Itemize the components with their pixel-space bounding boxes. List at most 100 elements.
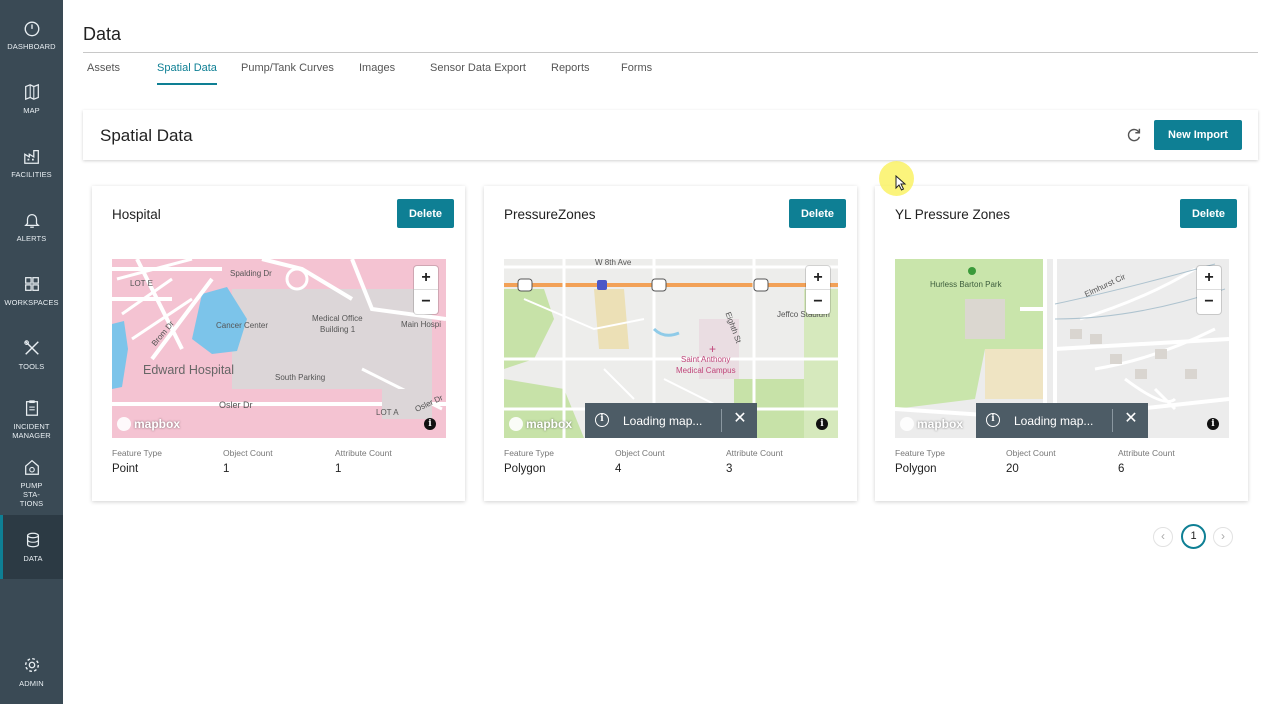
- sidebar-item-tools[interactable]: TOOLS: [0, 323, 63, 387]
- dataset-card-yl-pressure-zones: YL Pressure Zones Delete Hurless Barton …: [875, 186, 1248, 501]
- zoom-in-button[interactable]: +: [1197, 266, 1221, 290]
- map-label: Medical Office: [312, 314, 363, 323]
- map-label: South Parking: [275, 373, 326, 382]
- dataset-stats: Feature Type Point Object Count 1 Attrib…: [112, 448, 452, 484]
- dashboard-icon: [24, 21, 39, 37]
- info-icon: i: [595, 413, 609, 427]
- dataset-card-pressurezones: PressureZones Delete + W 8th Ave Saint A…: [484, 186, 857, 501]
- stat-value: Polygon: [504, 463, 546, 475]
- pagination-prev-button[interactable]: ‹: [1153, 527, 1173, 547]
- tab-pump-tank-curves[interactable]: Pump/Tank Curves: [241, 62, 334, 86]
- sidebar-item-workspaces[interactable]: WORKSPACES: [0, 259, 63, 323]
- page-title: Data: [83, 24, 122, 44]
- sidebar-item-pump-stations[interactable]: PUMP STA- TIONS: [0, 451, 63, 515]
- new-import-button[interactable]: New Import: [1154, 120, 1242, 150]
- stat-value: 1: [335, 463, 342, 475]
- mapbox-logo[interactable]: mapbox: [900, 416, 963, 432]
- tab-spatial-data[interactable]: Spatial Data: [157, 62, 217, 86]
- mapbox-icon: [900, 417, 914, 431]
- refresh-icon[interactable]: [1125, 126, 1143, 144]
- stat-label: Object Count: [223, 448, 273, 458]
- stat-value: 3: [726, 463, 733, 475]
- stat-label: Object Count: [615, 448, 665, 458]
- loading-toast: i Loading map... ✕: [585, 403, 757, 438]
- info-icon[interactable]: i: [1207, 418, 1219, 430]
- zoom-out-button[interactable]: −: [414, 290, 438, 314]
- info-icon[interactable]: i: [424, 418, 436, 430]
- stat-label: Feature Type: [504, 448, 554, 458]
- tab-reports[interactable]: Reports: [551, 62, 590, 86]
- stat-label: Attribute Count: [1118, 448, 1175, 458]
- sidebar-item-label: TOOLS: [18, 362, 45, 371]
- mapbox-logo[interactable]: mapbox: [117, 416, 180, 432]
- tools-icon: [23, 340, 39, 355]
- loading-text: Loading map...: [623, 414, 703, 428]
- sidebar-item-label: DATA: [23, 554, 43, 563]
- dataset-card-hospital: Hospital Delete Spalding Dr LOT E Cancer…: [92, 186, 465, 501]
- zoom-out-button[interactable]: −: [1197, 290, 1221, 314]
- attribute-count-stat: Attribute Count 3: [726, 448, 783, 475]
- mapbox-wordmark: mapbox: [134, 417, 181, 431]
- sidebar-item-incident-manager[interactable]: INCIDENT MANAGER: [0, 387, 63, 451]
- zoom-control: + −: [806, 266, 830, 314]
- tab-assets[interactable]: Assets: [87, 62, 120, 86]
- bell-icon: [23, 213, 40, 228]
- map-label: Spalding Dr: [230, 269, 272, 278]
- stat-value: 1: [223, 463, 230, 475]
- sidebar-item-map[interactable]: MAP: [0, 67, 63, 131]
- map-label: LOT A: [376, 408, 399, 417]
- sidebar: DASHBOARD MAP FACILITIES ALERTS WORKSPAC…: [0, 0, 63, 704]
- section-header: Spatial Data New Import: [83, 110, 1258, 160]
- section-title: Spatial Data: [100, 126, 193, 145]
- tab-sensor-data-export[interactable]: Sensor Data Export: [430, 62, 526, 86]
- sidebar-item-alerts[interactable]: ALERTS: [0, 195, 63, 259]
- close-icon[interactable]: ✕: [731, 410, 749, 428]
- sidebar-item-label: ADMIN: [19, 679, 44, 688]
- map-preview[interactable]: Hurless Barton Park Elmhurst Cir + − map…: [895, 259, 1229, 438]
- zoom-out-button[interactable]: −: [806, 290, 830, 314]
- toast-divider: [721, 409, 722, 432]
- pump-house-icon: [24, 459, 39, 475]
- tab-forms[interactable]: Forms: [621, 62, 652, 86]
- map-icon: [24, 83, 39, 101]
- sidebar-item-label: MAP: [23, 106, 40, 115]
- map-label: Main Hospi: [401, 320, 442, 329]
- delete-button[interactable]: Delete: [789, 199, 846, 228]
- sidebar-item-label: PUMP STA- TIONS: [19, 481, 44, 508]
- sidebar-item-admin[interactable]: ADMIN: [0, 640, 63, 704]
- map-preview[interactable]: Spalding Dr LOT E Cancer Center Medical …: [112, 259, 446, 438]
- mapbox-logo[interactable]: mapbox: [509, 416, 572, 432]
- info-icon[interactable]: i: [816, 418, 828, 430]
- zoom-control: + −: [414, 266, 438, 314]
- stat-value: 20: [1006, 463, 1019, 475]
- sidebar-item-dashboard[interactable]: DASHBOARD: [0, 3, 63, 67]
- zoom-in-button[interactable]: +: [806, 266, 830, 290]
- mapbox-icon: [117, 417, 131, 431]
- dataset-stats: Feature Type Polygon Object Count 20 Att…: [895, 448, 1235, 484]
- title-divider: [83, 52, 1258, 53]
- mapbox-wordmark: mapbox: [917, 417, 964, 431]
- map-preview[interactable]: + W 8th Ave Saint Anthony Medical Campus…: [504, 259, 838, 438]
- zoom-in-button[interactable]: +: [414, 266, 438, 290]
- delete-button[interactable]: Delete: [397, 199, 454, 228]
- sidebar-item-label: ALERTS: [16, 234, 47, 243]
- stat-label: Attribute Count: [726, 448, 783, 458]
- map-label: Cancer Center: [216, 321, 269, 330]
- grid-icon: [24, 277, 39, 291]
- map-label: Hurless Barton Park: [930, 280, 1002, 289]
- stat-value: 4: [615, 463, 622, 475]
- object-count-stat: Object Count 1: [223, 448, 273, 475]
- feature-type-stat: Feature Type Polygon: [504, 448, 554, 475]
- pagination-next-button[interactable]: ›: [1213, 527, 1233, 547]
- sidebar-item-data[interactable]: DATA: [0, 515, 63, 579]
- map-label: Osler Dr: [219, 400, 253, 410]
- dataset-title: PressureZones: [504, 207, 596, 222]
- close-icon[interactable]: ✕: [1122, 410, 1140, 428]
- svg-text:+: +: [709, 342, 716, 356]
- object-count-stat: Object Count 4: [615, 448, 665, 475]
- sidebar-item-facilities[interactable]: FACILITIES: [0, 131, 63, 195]
- tab-images[interactable]: Images: [359, 62, 395, 86]
- delete-button[interactable]: Delete: [1180, 199, 1237, 228]
- sidebar-item-label: FACILITIES: [11, 170, 52, 179]
- pagination-page-button[interactable]: 1: [1181, 524, 1206, 549]
